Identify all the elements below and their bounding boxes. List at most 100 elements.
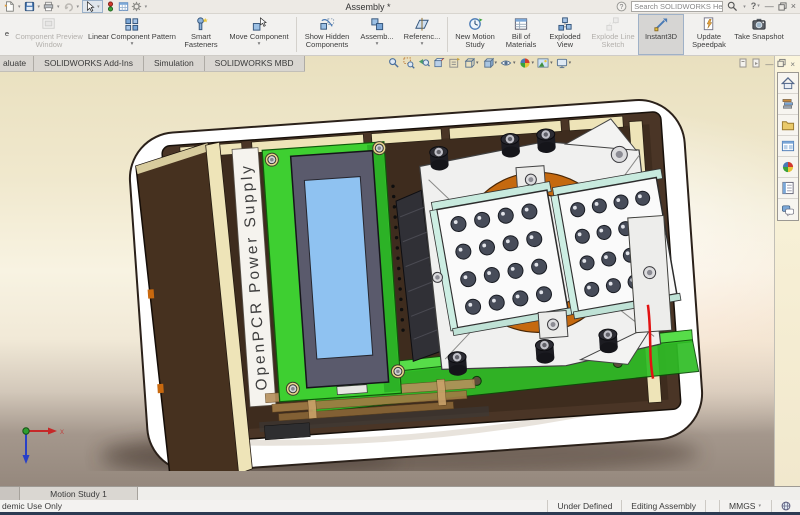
- ribbon-button-explode-line-sketch[interactable]: Explode Line Sketch: [588, 14, 638, 55]
- next-window-icon[interactable]: [752, 58, 761, 70]
- window-title: Assembly *: [345, 2, 390, 12]
- tab-evaluate-partial[interactable]: aluate: [0, 56, 34, 71]
- ribbon-button-bill-of-materials[interactable]: Bill of Materials: [500, 14, 542, 55]
- linear-component-pattern-icon: [124, 16, 140, 32]
- view-palette-icon[interactable]: [778, 136, 798, 157]
- new-motion-study-icon: [467, 16, 483, 32]
- assembly-features-icon: [369, 16, 385, 32]
- task-pane: [774, 56, 800, 486]
- task-pane-icon-stack: [777, 72, 799, 221]
- view-settings-icon[interactable]: ▾: [556, 57, 572, 69]
- search-icon[interactable]: [727, 1, 738, 12]
- select-tool[interactable]: ▾: [82, 0, 103, 13]
- explode-line-sketch-icon: [605, 16, 621, 32]
- new-file-icon[interactable]: [4, 1, 15, 12]
- lcd-screen: [304, 177, 372, 359]
- close-button[interactable]: ×: [791, 2, 796, 11]
- units-selector[interactable]: MMGS▾: [719, 500, 771, 512]
- zoom-to-area-icon[interactable]: [403, 57, 415, 69]
- tab-solidworks-add-ins[interactable]: SOLIDWORKS Add-Ins: [34, 56, 144, 71]
- ribbon-button-partial-e[interactable]: e: [2, 14, 12, 55]
- show-hidden-components-icon: [319, 16, 335, 32]
- options-gear-icon[interactable]: [131, 1, 142, 12]
- ribbon-button-linear-component-pattern[interactable]: Linear Component Pattern ▾: [86, 14, 178, 55]
- solidworks-forum-icon[interactable]: [778, 199, 798, 220]
- tab-solidworks-mbd[interactable]: SOLIDWORKS MBD: [205, 56, 305, 71]
- custom-properties-icon[interactable]: [778, 178, 798, 199]
- hide-show-items-icon[interactable]: ▾: [500, 57, 516, 69]
- apply-scene-icon[interactable]: ▾: [537, 57, 553, 69]
- display-style-icon[interactable]: ▾: [482, 57, 498, 69]
- status-bar: demic Use Only Under Defined Editing Ass…: [0, 500, 800, 512]
- view-orientation-icon[interactable]: ▾: [463, 57, 479, 69]
- svg-text:x: x: [60, 427, 64, 436]
- origin-triad: x: [23, 427, 65, 464]
- command-tab-strip: aluate SOLIDWORKS Add-Ins Simulation SOL…: [0, 56, 305, 72]
- update-speedpak-icon: [701, 16, 717, 32]
- ribbon-button-move-component[interactable]: Move Component ▾: [224, 14, 294, 55]
- license-text: demic Use Only: [0, 501, 62, 511]
- exploded-view-icon: [557, 16, 573, 32]
- openpcr-assembly: OpenPCR Power Supply: [127, 97, 707, 471]
- new-window-icon[interactable]: [739, 58, 748, 70]
- search-input[interactable]: Search SOLIDWORKS Help: [631, 1, 723, 12]
- ribbon-button-component-preview-window[interactable]: Component Preview Window: [12, 14, 86, 55]
- print-icon[interactable]: [43, 1, 54, 12]
- motion-bar-spacer: [138, 487, 800, 500]
- ribbon-button-instant3d[interactable]: Instant3D: [638, 14, 684, 55]
- doc-close-icon[interactable]: ×: [790, 60, 795, 69]
- ribbon-button-assembly-features[interactable]: Assemb... ▾: [355, 14, 399, 55]
- ribbon-button-show-hidden-components[interactable]: Show Hidden Components: [299, 14, 355, 55]
- constraint-status: Under Defined: [547, 500, 621, 512]
- undo-icon[interactable]: [63, 1, 74, 12]
- ribbon-button-take-snapshot[interactable]: Take Snapshot: [734, 14, 784, 55]
- appearances-scenes-icon[interactable]: [778, 157, 798, 178]
- ribbon-button-reference-geometry[interactable]: Referenc... ▾: [399, 14, 445, 55]
- doc-minimize-icon[interactable]: —: [765, 60, 773, 69]
- previous-view-icon[interactable]: [418, 57, 430, 69]
- dynamic-annotation-views-icon[interactable]: [448, 57, 460, 69]
- tab-simulation[interactable]: Simulation: [144, 56, 205, 71]
- help-hint-icon: ?: [616, 1, 627, 12]
- instant3d-icon: [653, 16, 669, 32]
- ribbon-button-smart-fasteners[interactable]: Smart Fasteners: [178, 14, 224, 55]
- design-library-icon[interactable]: [778, 94, 798, 115]
- svg-text:?: ?: [620, 4, 624, 11]
- xpress-products-icon[interactable]: [105, 1, 116, 12]
- tags-globe-icon[interactable]: [771, 500, 800, 512]
- ribbon-button-exploded-view[interactable]: Exploded View: [542, 14, 588, 55]
- take-snapshot-icon: [751, 16, 767, 32]
- motion-study-tab[interactable]: Motion Study 1: [20, 487, 138, 500]
- heads-up-view-toolbar: ▾ ▾ ▾ ▾ ▾ ▾: [388, 57, 571, 69]
- reference-geometry-icon: [414, 16, 430, 32]
- document-window-controls: — ×: [739, 58, 795, 70]
- section-view-icon[interactable]: [433, 57, 445, 69]
- restore-button[interactable]: [778, 2, 787, 11]
- ribbon-separator: [296, 17, 297, 52]
- edit-mode-status: Editing Assembly: [621, 500, 705, 512]
- quick-access-toolbar: ▾ ▾ ▾ ▾ ▾ ▾: [4, 0, 148, 13]
- title-bar: ▾ ▾ ▾ ▾ ▾ ▾ Assembly * ? Search SOLIDWOR…: [0, 0, 800, 14]
- graphics-area-model[interactable]: OpenPCR Power Supply: [0, 71, 772, 471]
- minimize-button[interactable]: —: [765, 2, 774, 11]
- move-component-icon: [251, 16, 267, 32]
- zoom-to-fit-icon[interactable]: [388, 57, 400, 69]
- component-preview-window-icon: [41, 16, 57, 32]
- save-icon[interactable]: [24, 1, 35, 12]
- design-table-icon[interactable]: [118, 1, 129, 12]
- smart-fasteners-icon: [193, 16, 209, 32]
- ribbon-button-update-speedpak[interactable]: Update Speedpak: [684, 14, 734, 55]
- ribbon-separator: [447, 17, 448, 52]
- edit-appearance-icon[interactable]: ▾: [519, 57, 535, 69]
- file-explorer-icon[interactable]: [778, 115, 798, 136]
- graphics-work-area: aluate SOLIDWORKS Add-Ins Simulation SOL…: [0, 56, 800, 486]
- motion-manager-bar: Motion Study 1: [0, 486, 800, 500]
- motion-bar-corner: [0, 487, 20, 500]
- lcd-display-board: [262, 142, 401, 402]
- solidworks-resources-icon[interactable]: [778, 73, 798, 94]
- command-manager-ribbon: e Component Preview Window Linear Compon…: [0, 14, 800, 56]
- help-menu[interactable]: ?▾: [751, 2, 761, 11]
- ribbon-button-new-motion-study[interactable]: New Motion Study: [450, 14, 500, 55]
- bill-of-materials-icon: [513, 16, 529, 32]
- doc-restore-icon[interactable]: [777, 58, 786, 70]
